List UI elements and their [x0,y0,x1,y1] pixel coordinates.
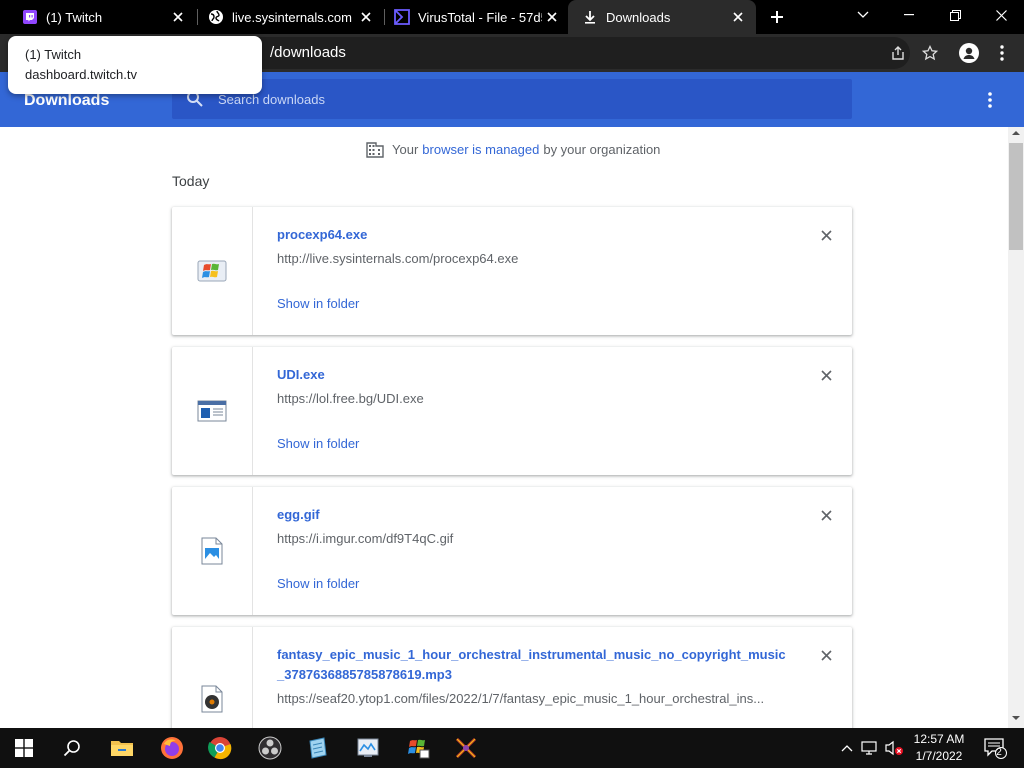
scroll-down-icon[interactable] [1011,714,1021,722]
tab-virustotal[interactable]: VirusTotal - File - 57d5l [380,0,570,34]
windows-start-icon[interactable] [0,728,48,768]
bookmark-star-icon[interactable] [918,41,942,65]
search-icon[interactable] [48,728,96,768]
window-app-icon [196,395,228,427]
show-in-folder-link[interactable]: Show in folder [277,576,359,591]
game-icon[interactable] [442,728,490,768]
close-window-button[interactable] [978,0,1024,30]
scroll-up-icon[interactable] [1011,129,1021,137]
more-actions-button[interactable] [978,88,1002,112]
tab-title: live.sysinternals.com - / [232,9,356,25]
restore-icon [949,9,961,21]
close-icon [995,9,1007,21]
download-icon [582,9,598,25]
twitch-icon [22,9,38,25]
tab-sysinternals[interactable]: live.sysinternals.com - / [194,0,384,34]
hover-card-url: dashboard.twitch.tv [25,67,138,82]
tab-twitch[interactable]: (1) Twitch [8,0,196,34]
managed-prefix: Your [392,141,419,157]
chevron-up-icon [841,745,853,752]
show-hidden-icons-button[interactable] [838,728,856,768]
close-icon [820,509,832,521]
close-icon [820,369,832,381]
source-url[interactable]: https://i.imgur.com/df9T4qC.gif [277,531,787,546]
managed-link[interactable]: browser is managed [422,142,539,157]
plus-icon [771,11,783,23]
notification-count: 2 [996,747,1002,758]
search-bar[interactable] [172,79,852,119]
remove-download-button[interactable] [816,365,836,385]
url-text[interactable]: /downloads [270,44,346,61]
tab-title: Downloads [606,9,671,25]
download-item: egg.gif https://i.imgur.com/df9T4qC.gif … [172,487,852,615]
file-name-link[interactable]: egg.gif [277,505,787,525]
clock-date: 1/7/2022 [915,749,963,763]
tab-title: (1) Twitch [46,9,103,25]
close-icon[interactable] [728,7,748,27]
chevron-down-icon [857,11,869,18]
profile-avatar-icon[interactable] [957,41,981,65]
source-url[interactable]: https://lol.free.bg/UDI.exe [277,391,787,406]
tab-downloads[interactable]: Downloads [568,0,756,34]
building-icon [366,142,384,158]
share-icon[interactable] [886,41,910,65]
close-icon [820,229,832,241]
firefox-icon[interactable] [148,728,196,768]
close-icon[interactable] [168,7,188,27]
virustotal-icon [394,9,410,25]
tab-hover-card: (1) Twitch dashboard.twitch.tv [8,36,262,94]
file-name-link[interactable]: UDI.exe [277,365,787,385]
taskbar: 12:57 AM 1/7/2022 2 [0,728,1024,768]
notepad-icon[interactable] [294,728,342,768]
hover-card-title: (1) Twitch [25,47,82,62]
image-file-icon [196,535,228,567]
download-item: UDI.exe https://lol.free.bg/UDI.exe Show… [172,347,852,475]
minimize-button[interactable] [886,0,932,30]
tab-search-button[interactable] [840,0,886,30]
source-url[interactable]: https://seaf20.ytop1.com/files/2022/1/7/… [277,691,787,706]
chrome-icon[interactable] [196,728,244,768]
network-icon[interactable] [860,728,880,768]
show-in-folder-link[interactable]: Show in folder [277,436,359,451]
file-name-link[interactable]: procexp64.exe [277,225,787,245]
remove-download-button[interactable] [816,645,836,665]
close-icon[interactable] [356,7,376,27]
chrome-menu-icon[interactable] [990,41,1014,65]
page-title: Downloads [24,92,110,109]
minimize-icon [904,14,914,16]
clock-time: 12:57 AM [913,732,965,746]
obs-icon[interactable] [246,728,294,768]
source-url[interactable]: http://live.sysinternals.com/procexp64.e… [277,251,787,266]
tab-title: VirusTotal - File - 57d5l [418,9,542,25]
globe-icon [208,9,224,25]
restore-button[interactable] [932,0,978,30]
new-tab-button[interactable] [764,5,790,29]
managed-notice: Your browser is managed by your organiza… [366,140,660,158]
download-item: procexp64.exe http://live.sysinternals.c… [172,207,852,335]
action-center-button[interactable]: 2 [980,728,1010,768]
download-item: fantasy_epic_music_1_hour_orchestral_ins… [172,627,852,728]
remove-download-button[interactable] [816,505,836,525]
scrollbar-thumb[interactable] [1009,143,1023,250]
more-vert-icon [988,92,992,108]
system-clock[interactable]: 12:57 AM 1/7/2022 [900,731,978,765]
remove-download-button[interactable] [816,225,836,245]
process-explorer-icon[interactable] [394,728,442,768]
file-explorer-icon[interactable] [98,728,146,768]
close-icon [820,649,832,661]
browser-window: (1) Twitch live.sysinternals.com - / Vir… [0,0,1024,768]
managed-suffix: by your organization [543,141,661,157]
sysinternals-icon[interactable] [344,728,392,768]
search-input[interactable] [218,79,838,119]
close-icon[interactable] [542,7,562,27]
show-in-folder-link[interactable]: Show in folder [277,296,359,311]
tab-strip: (1) Twitch live.sysinternals.com - / Vir… [0,0,1024,34]
date-section-label: Today [172,173,210,189]
downloads-list: Your browser is managed by your organiza… [0,127,1008,728]
file-name-link[interactable]: fantasy_epic_music_1_hour_orchestral_ins… [277,645,787,685]
audio-file-icon [196,683,228,715]
windows-app-icon [196,255,228,287]
